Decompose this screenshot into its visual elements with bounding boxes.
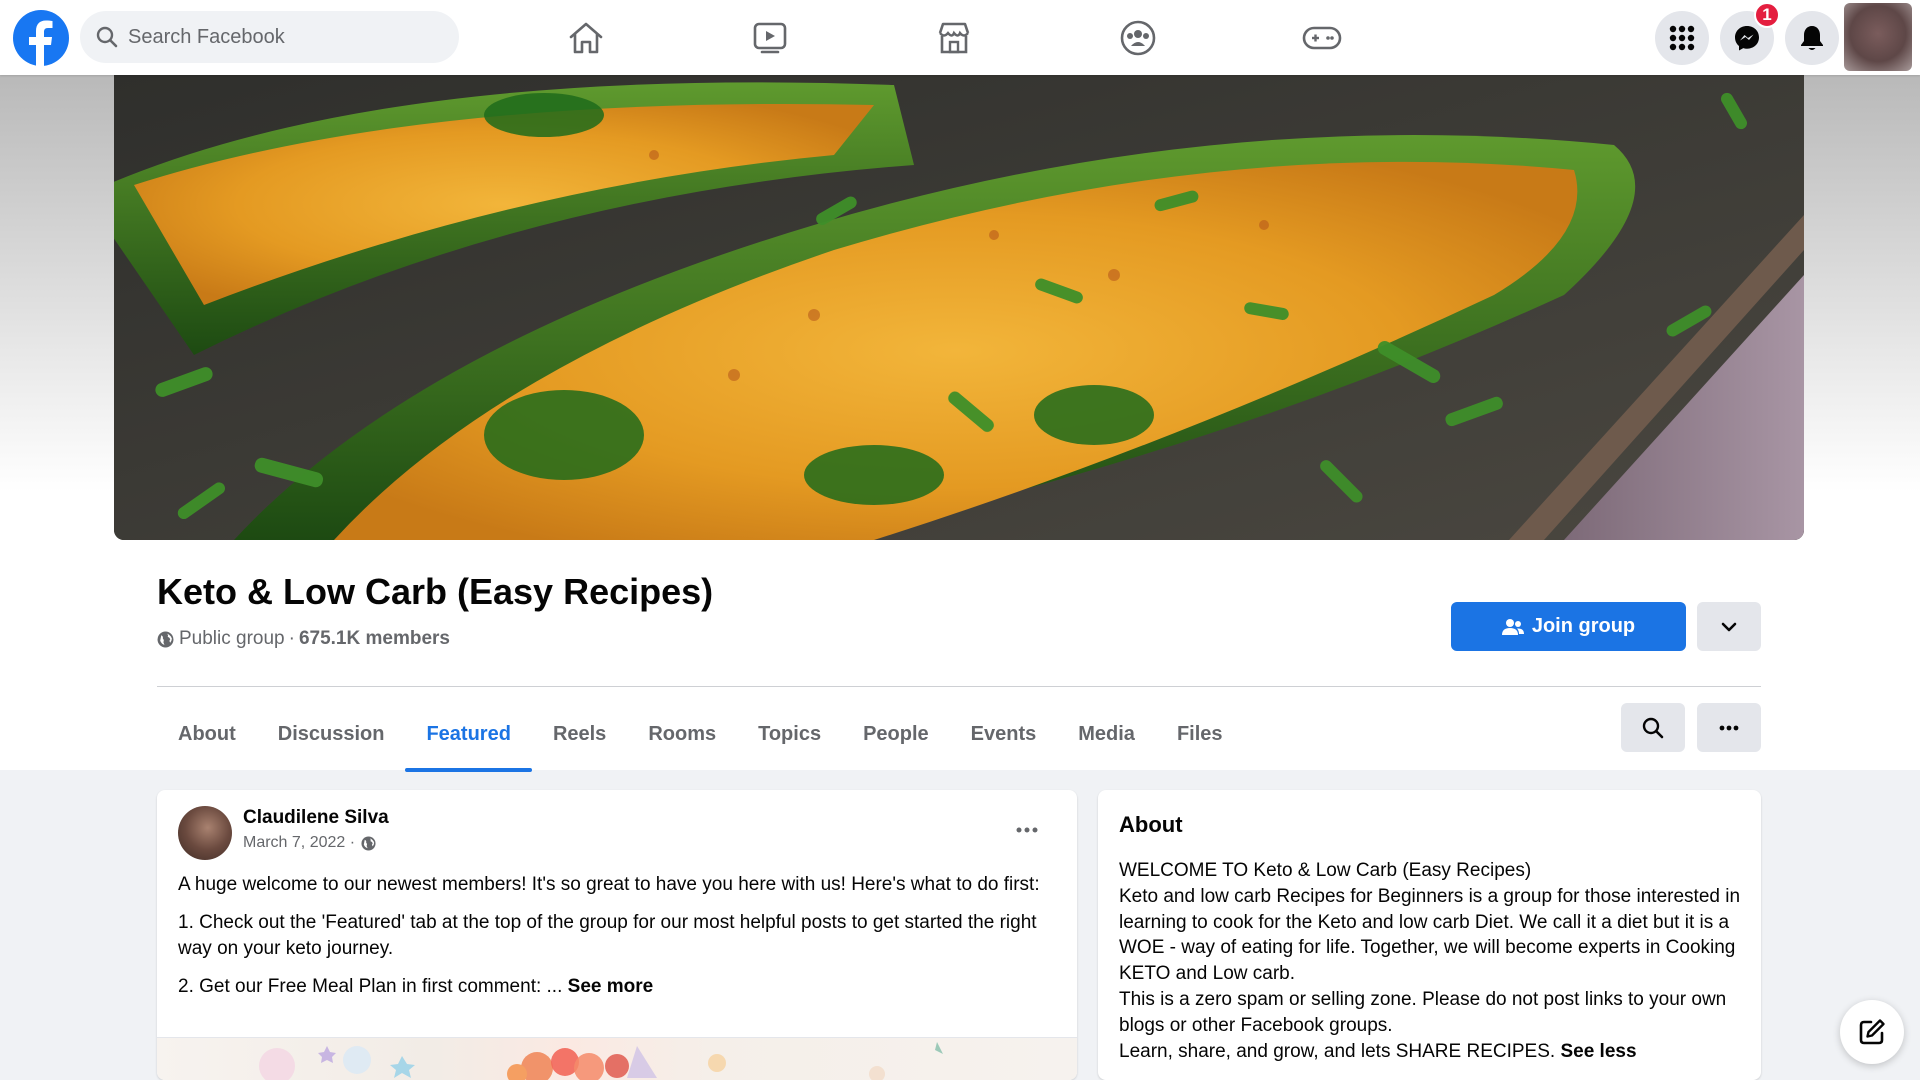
post-author[interactable]: Claudilene Silva: [243, 807, 389, 829]
tab-about[interactable]: About: [157, 698, 257, 770]
facebook-logo-icon[interactable]: [13, 10, 69, 66]
new-message-button[interactable]: [1840, 1000, 1904, 1064]
see-more-link[interactable]: See more: [568, 976, 654, 997]
join-group-button[interactable]: Join group: [1451, 602, 1686, 651]
featured-post-card: Claudilene Silva March 7, 2022 · A huge …: [157, 790, 1077, 1080]
header-divider: [157, 686, 1761, 687]
about-line-4-text: Learn, share, and grow, and lets SHARE R…: [1119, 1040, 1561, 1062]
join-group-label: Join group: [1531, 615, 1636, 637]
tab-topics[interactable]: Topics: [737, 698, 842, 770]
search-icon: [96, 26, 118, 48]
messenger-icon: [1735, 26, 1759, 51]
nav-groups[interactable]: [1080, 0, 1196, 75]
group-options-button[interactable]: [1697, 602, 1761, 651]
post-date-text[interactable]: March 7, 2022 ·: [243, 834, 355, 852]
post-paragraph-1: A huge welcome to our newest members! It…: [178, 874, 1040, 895]
post-date: March 7, 2022 ·: [243, 834, 376, 852]
nav-gaming[interactable]: [1264, 0, 1380, 75]
post-options-button[interactable]: [1009, 812, 1045, 848]
about-line-3: This is a zero spam or selling zone. Ple…: [1119, 988, 1727, 1036]
tab-featured[interactable]: Featured: [405, 698, 533, 772]
gaming-icon: [1302, 26, 1342, 49]
search-icon: [1642, 717, 1664, 738]
post-paragraph-2: 1. Check out the 'Featured' tab at the t…: [178, 912, 1037, 959]
notifications-button[interactable]: [1785, 11, 1839, 65]
meta-separator: ·: [288, 628, 295, 649]
post-body: A huge welcome to our newest members! It…: [178, 872, 1058, 1012]
home-icon: [569, 22, 603, 53]
groups-icon: [1120, 20, 1156, 55]
nav-marketplace[interactable]: [896, 0, 1012, 75]
about-card: About WELCOME TO Keto & Low Carb (Easy R…: [1098, 790, 1761, 1080]
about-line-1: WELCOME TO Keto & Low Carb (Easy Recipes…: [1119, 860, 1532, 881]
group-meta: Public group · 675.1K members: [157, 628, 450, 650]
tab-people[interactable]: People: [842, 698, 950, 770]
messenger-button[interactable]: 1: [1720, 2, 1780, 65]
search-input[interactable]: [128, 25, 428, 49]
search-box[interactable]: [80, 11, 459, 63]
about-body: WELCOME TO Keto & Low Carb (Easy Recipes…: [1119, 858, 1744, 1064]
globe-icon: [361, 835, 376, 851]
post-paragraph-3: 2. Get our Free Meal Plan in first comme…: [178, 974, 1058, 1000]
profile-avatar[interactable]: [1844, 3, 1912, 71]
about-line-2: Keto and low carb Recipes for Beginners …: [1119, 885, 1741, 985]
grid-menu-icon: [1669, 25, 1695, 51]
watch-icon: [753, 22, 787, 53]
see-less-link[interactable]: See less: [1560, 1041, 1636, 1062]
tab-discussion[interactable]: Discussion: [257, 698, 406, 770]
about-title: About: [1119, 812, 1183, 837]
group-cover-photo: [114, 75, 1804, 540]
group-tabs: About Discussion Featured Reels Rooms To…: [157, 698, 1244, 772]
main-nav: [528, 0, 1448, 75]
marketplace-icon: [938, 22, 970, 53]
nav-watch[interactable]: [712, 0, 828, 75]
author-avatar[interactable]: [178, 806, 232, 860]
group-search-button[interactable]: [1621, 703, 1685, 752]
nav-home[interactable]: [528, 0, 644, 75]
tab-files[interactable]: Files: [1156, 698, 1244, 770]
more-dots-icon: [1719, 725, 1739, 730]
people-icon: [1501, 618, 1524, 635]
tab-reels[interactable]: Reels: [532, 698, 627, 770]
tab-rooms[interactable]: Rooms: [627, 698, 737, 770]
tab-events[interactable]: Events: [950, 698, 1058, 770]
privacy-label[interactable]: Public group: [179, 628, 285, 650]
globe-icon: [157, 631, 174, 647]
about-line-4: Learn, share, and grow, and lets SHARE R…: [1119, 1039, 1744, 1065]
tabs-more-button[interactable]: [1697, 703, 1761, 752]
members-count[interactable]: 675.1K members: [299, 628, 450, 650]
post-image[interactable]: [157, 1037, 1077, 1080]
bell-icon: [1801, 26, 1823, 50]
more-dots-icon: [1016, 827, 1038, 833]
messenger-badge: 1: [1754, 2, 1780, 28]
compose-icon: [1859, 1019, 1885, 1045]
chevron-down-icon: [1721, 622, 1737, 631]
group-title[interactable]: Keto & Low Carb (Easy Recipes): [157, 571, 713, 613]
post-paragraph-3-text: 2. Get our Free Meal Plan in first comme…: [178, 976, 568, 997]
tab-media[interactable]: Media: [1057, 698, 1156, 770]
menu-button[interactable]: [1655, 11, 1709, 65]
top-navigation-bar: 1: [0, 0, 1920, 75]
